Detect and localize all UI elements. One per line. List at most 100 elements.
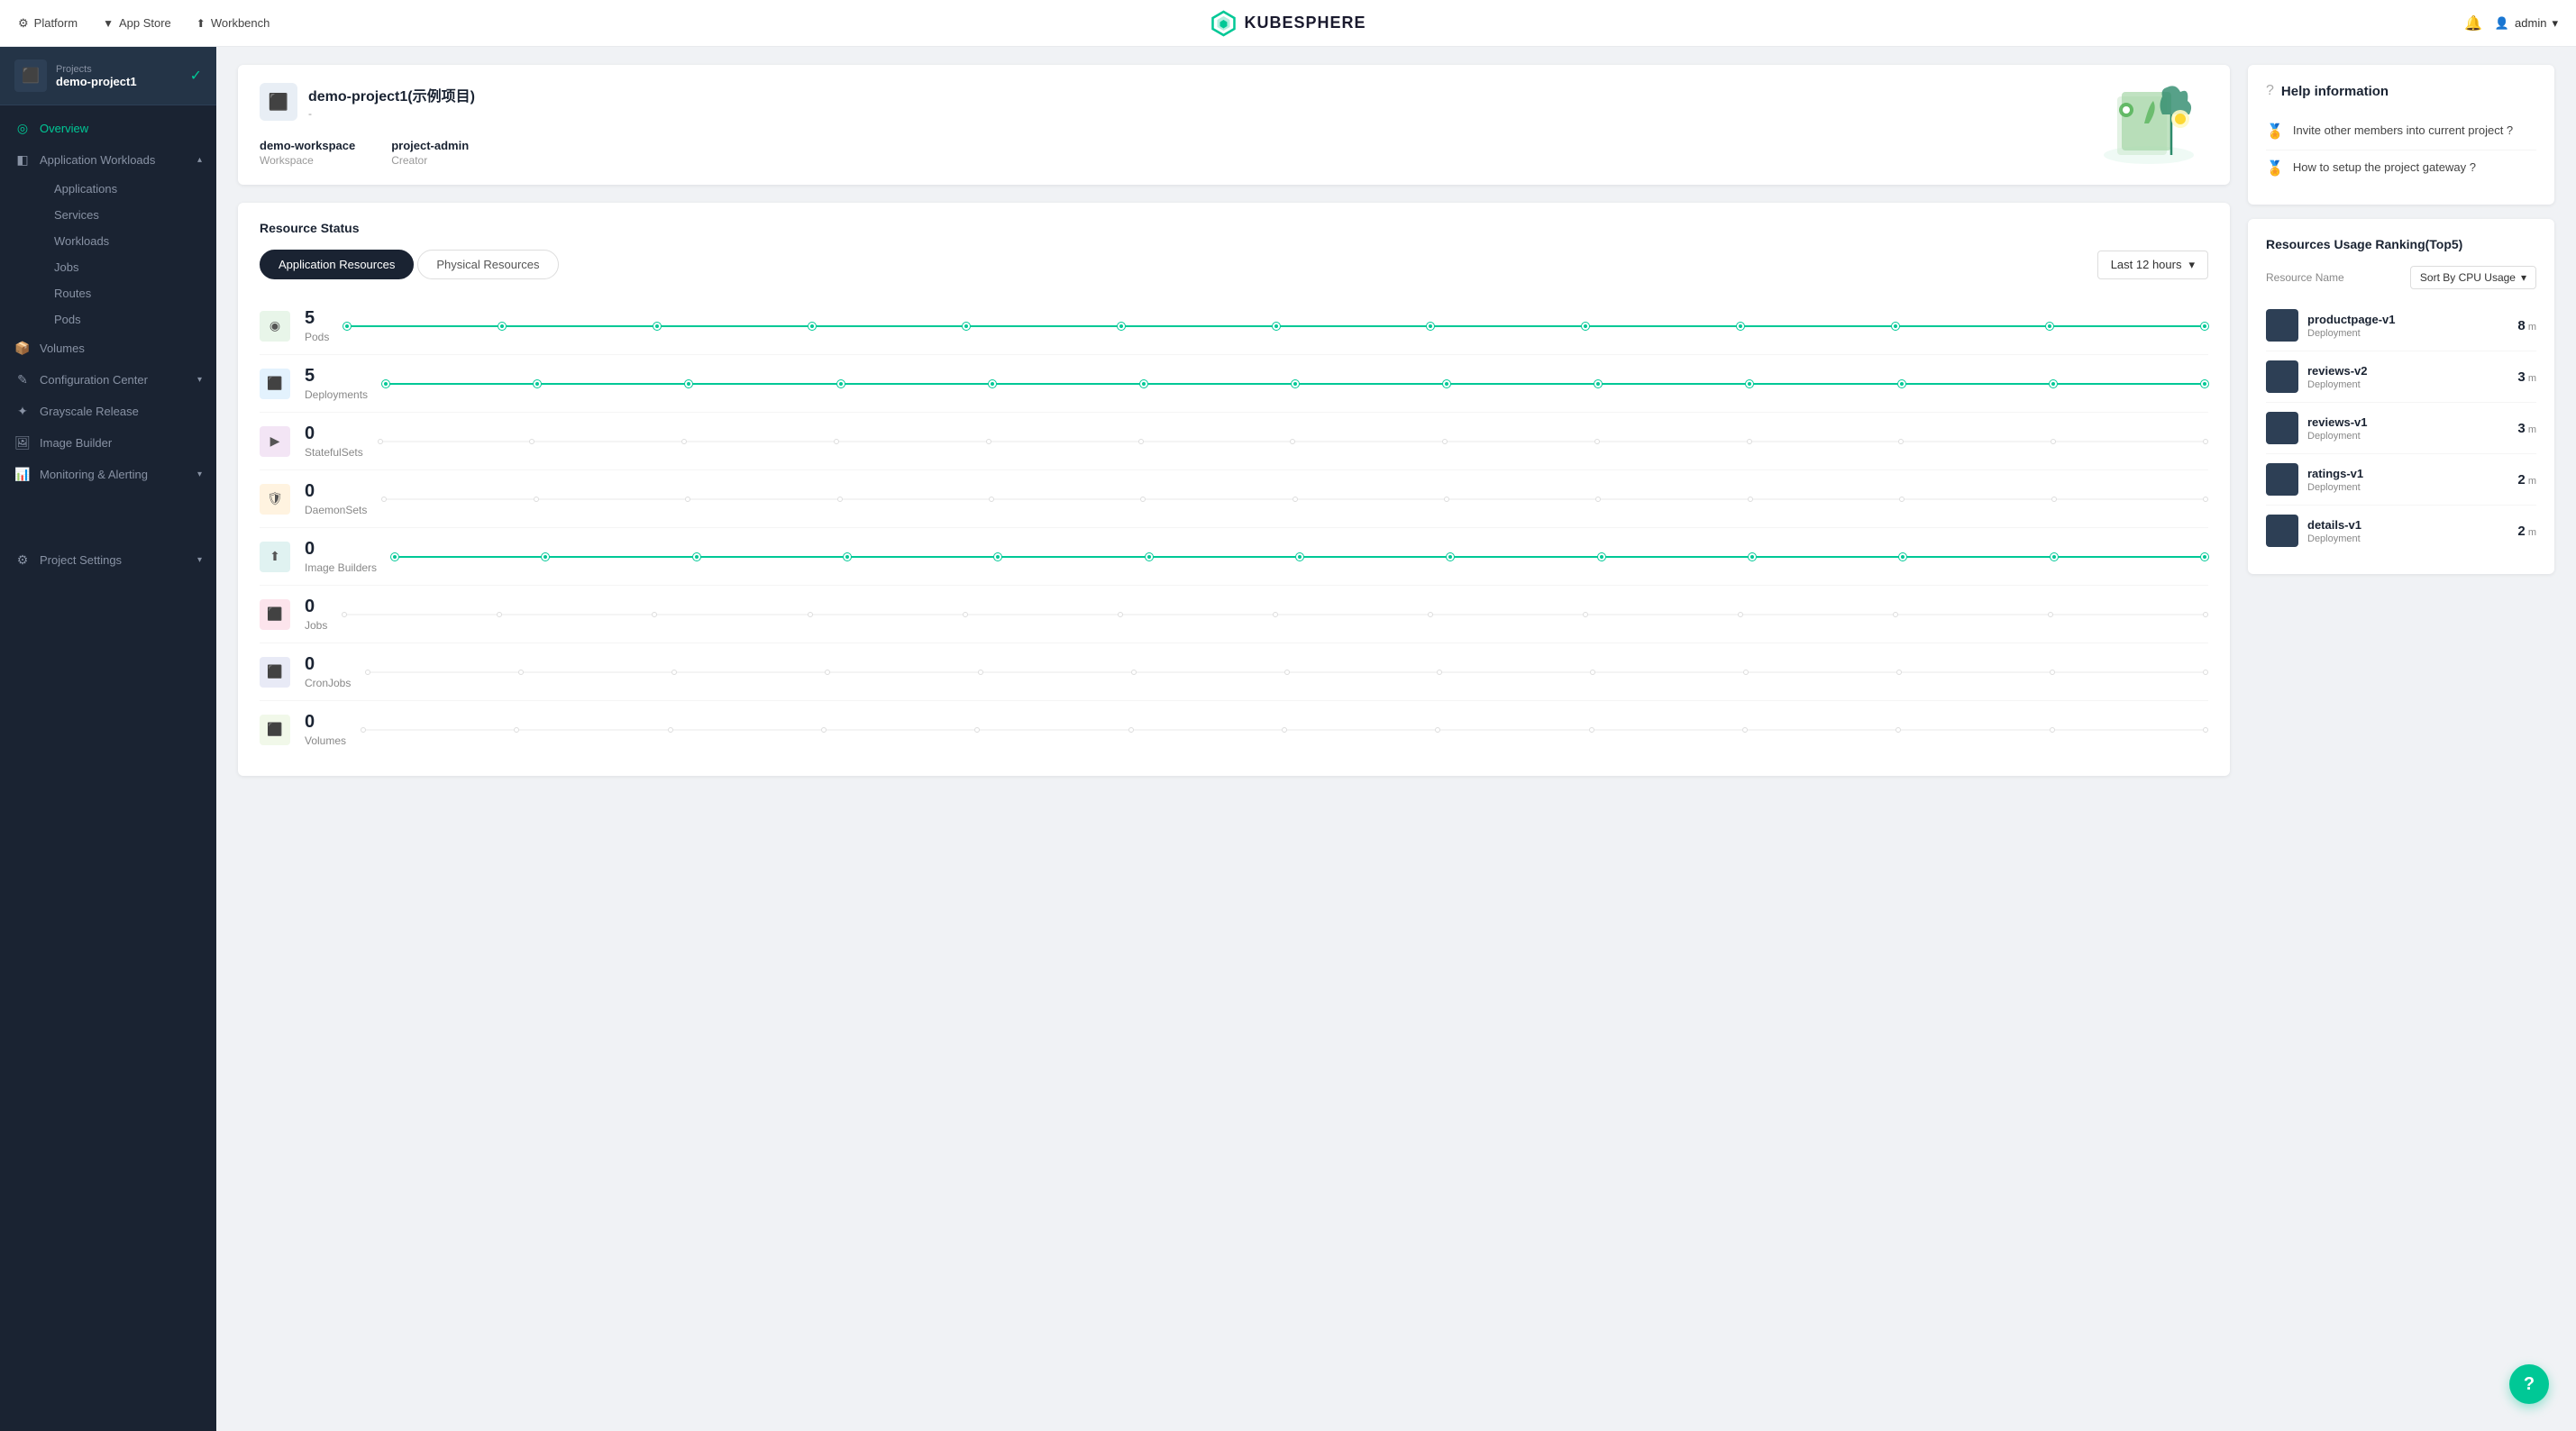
- sidebar-item-jobs[interactable]: Jobs: [40, 254, 216, 280]
- resource-icon: ⬆: [260, 542, 290, 572]
- overview-icon: ◎: [14, 121, 31, 136]
- chart-dot: [2051, 553, 2058, 561]
- time-range-label: Last 12 hours: [2111, 258, 2182, 271]
- main-content: Overview ⬛ demo-project1(示例项目) -: [216, 0, 2576, 798]
- grayscale-icon: ✦: [14, 404, 31, 419]
- empty-dot: [671, 670, 677, 675]
- resource-row: ▶ 0 StatefulSets: [260, 413, 2208, 470]
- resource-icon: ⬛: [260, 599, 290, 630]
- chart-dot: [989, 380, 996, 387]
- resource-chart: [381, 486, 2208, 513]
- sidebar-appworkloads-label: Application Workloads: [40, 153, 188, 167]
- resource-status-card: Resource Status Application Resources Ph…: [238, 203, 2230, 776]
- resource-name: Deployments: [305, 388, 368, 401]
- project-illustration: [2086, 74, 2212, 173]
- sidebar-item-volumes[interactable]: 📦 Volumes: [0, 333, 216, 364]
- workbench-menu[interactable]: ⬆ Workbench: [196, 16, 270, 30]
- ranking-type: Deployment: [2307, 431, 2508, 442]
- ranking-list: productpage-v1 Deployment 8 m reviews-v2…: [2266, 300, 2536, 556]
- ranking-info: reviews-v1 Deployment: [2307, 415, 2508, 442]
- chart-dot: [1296, 553, 1303, 561]
- resource-count: 5: [305, 308, 329, 329]
- empty-dot: [1444, 497, 1449, 502]
- project-name: demo-project1: [56, 75, 181, 88]
- chart-dot: [1899, 553, 1906, 561]
- sidebar-item-services[interactable]: Services: [40, 202, 216, 228]
- sidebar-item-config-center[interactable]: ✎ Configuration Center ▾: [0, 364, 216, 396]
- ranking-icon: [2266, 463, 2298, 496]
- resource-name-col: Resource Name: [2266, 271, 2344, 284]
- empty-dot: [1118, 612, 1123, 617]
- notifications-icon[interactable]: 🔔: [2464, 14, 2482, 32]
- sidebar-sub-appworkloads: Applications Services Workloads Jobs Rou…: [0, 176, 216, 333]
- chart-dot: [1898, 380, 1905, 387]
- ranking-unit: m: [2526, 424, 2536, 435]
- empty-dot: [986, 439, 991, 444]
- kubesphere-logo-icon: [1210, 10, 1237, 37]
- chart-dots: [343, 323, 2208, 330]
- ranking-value: 3 m: [2517, 421, 2536, 436]
- project-card-name: demo-project1(示例项目): [308, 84, 475, 105]
- sidebar: ⬛ Projects demo-project1 ✓ ◎ Overview ◧ …: [0, 47, 216, 1431]
- project-card-sub: -: [308, 107, 475, 120]
- chevron-up-icon: ▴: [197, 155, 202, 165]
- help-item-icon: 🏅: [2266, 160, 2284, 178]
- resource-row: ⬆ 0 Image Builders: [260, 528, 2208, 586]
- chat-button[interactable]: ?: [2509, 1364, 2549, 1404]
- sidebar-nav: ◎ Overview ◧ Application Workloads ▴ App…: [0, 105, 216, 583]
- sidebar-item-pods[interactable]: Pods: [40, 306, 216, 333]
- empty-dot: [681, 439, 687, 444]
- sidebar-item-app-workloads[interactable]: ◧ Application Workloads ▴: [0, 144, 216, 176]
- empty-dot: [1589, 727, 1594, 733]
- left-column: ⬛ demo-project1(示例项目) -: [238, 65, 2230, 776]
- ranking-unit: m: [2526, 476, 2536, 487]
- resource-row: ◉ 5 Pods: [260, 297, 2208, 355]
- chart-dot: [343, 323, 351, 330]
- sidebar-item-routes[interactable]: Routes: [40, 280, 216, 306]
- sidebar-item-grayscale[interactable]: ✦ Grayscale Release: [0, 396, 216, 427]
- sidebar-item-project-settings[interactable]: ⚙ Project Settings ▾: [0, 544, 216, 576]
- logo-text: KUBESPHERE: [1244, 14, 1366, 32]
- empty-dot: [1282, 727, 1287, 733]
- project-icon: ⬛: [14, 59, 47, 92]
- empty-dot: [1138, 439, 1144, 444]
- image-builder-icon: 🖼: [14, 435, 31, 451]
- sidebar-item-image-builder[interactable]: 🖼 Image Builder: [0, 427, 216, 459]
- sidebar-item-applications[interactable]: Applications: [40, 176, 216, 202]
- ranking-unit: m: [2526, 527, 2536, 538]
- appstore-menu[interactable]: ▼ App Store: [103, 16, 171, 30]
- chart-dot: [1598, 553, 1605, 561]
- chart-dot: [1582, 323, 1589, 330]
- chart-dots: [391, 553, 2208, 561]
- chart-dot: [542, 553, 549, 561]
- resource-chart: [343, 313, 2208, 340]
- chart-dot: [994, 553, 1001, 561]
- resource-count: 0: [305, 654, 351, 675]
- tab-physical-resources[interactable]: Physical Resources: [417, 250, 558, 279]
- chart-dot: [1594, 380, 1602, 387]
- resource-count-group: 0 StatefulSets: [305, 424, 363, 459]
- ranking-icon: [2266, 515, 2298, 547]
- empty-dot: [497, 612, 502, 617]
- empty-dot: [1284, 670, 1290, 675]
- sort-select[interactable]: Sort By CPU Usage ▾: [2410, 266, 2536, 289]
- project-info: Projects demo-project1: [56, 64, 181, 88]
- project-selector[interactable]: ⬛ Projects demo-project1 ✓: [0, 47, 216, 105]
- help-item[interactable]: 🏅 Invite other members into current proj…: [2266, 114, 2536, 150]
- volumes-icon: 📦: [14, 341, 31, 356]
- sidebar-item-monitoring[interactable]: 📊 Monitoring & Alerting ▾: [0, 459, 216, 490]
- resource-count: 0: [305, 424, 363, 444]
- chart-dot: [2050, 380, 2057, 387]
- time-range-select[interactable]: Last 12 hours ▾: [2097, 251, 2208, 279]
- chart-dot: [1892, 323, 1899, 330]
- resource-list: ◉ 5 Pods ⬛ 5 Deployments: [260, 297, 2208, 758]
- admin-menu[interactable]: 👤 admin ▾: [2495, 16, 2558, 31]
- sidebar-item-overview[interactable]: ◎ Overview: [0, 113, 216, 144]
- resource-name: Jobs: [305, 619, 327, 632]
- tab-application-resources[interactable]: Application Resources: [260, 250, 414, 279]
- platform-menu[interactable]: ⚙ Platform: [18, 16, 78, 31]
- ranking-unit: m: [2526, 322, 2536, 333]
- sidebar-item-workloads[interactable]: Workloads: [40, 228, 216, 254]
- creator-value: project-admin: [391, 139, 469, 152]
- help-item[interactable]: 🏅 How to setup the project gateway ?: [2266, 150, 2536, 187]
